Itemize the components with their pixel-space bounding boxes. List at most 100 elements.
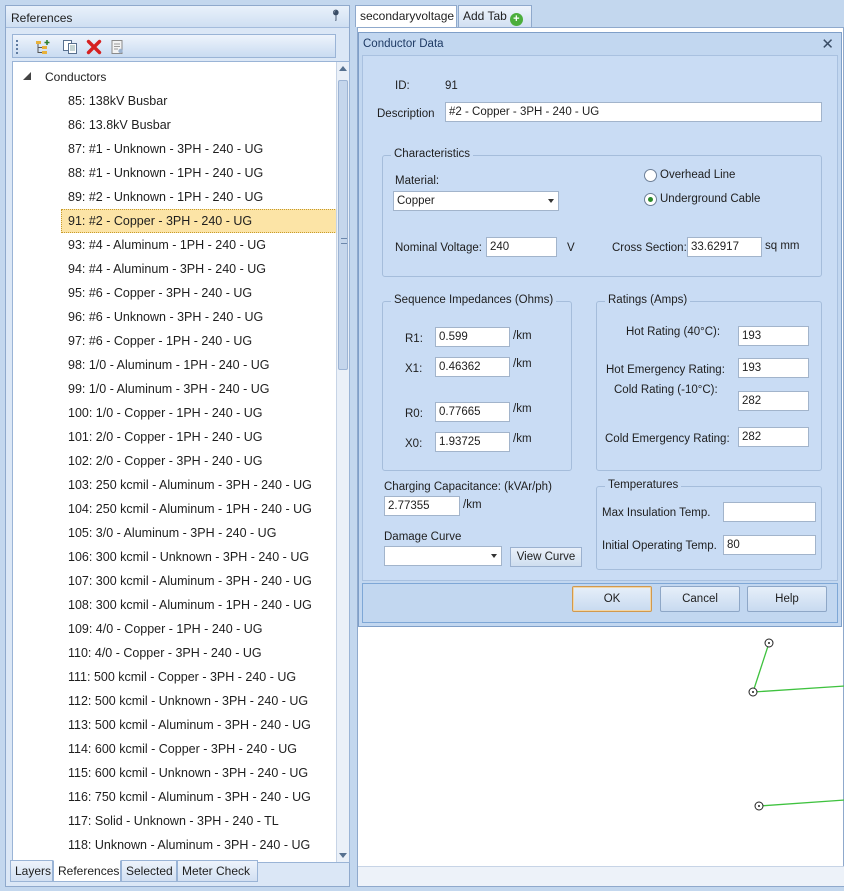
hot-rating-label: Hot Rating (40°C): [626, 326, 721, 338]
x0-unit: /km [513, 433, 532, 445]
tree-item[interactable]: 96: #6 - Unknown - 3PH - 240 - UG [61, 305, 337, 329]
tree-item[interactable]: 85: 138kV Busbar [61, 89, 337, 113]
tree-item[interactable]: 99: 1/0 - Aluminum - 3PH - 240 - UG [61, 377, 337, 401]
tree-item[interactable]: 107: 300 kcmil - Aluminum - 3PH - 240 - … [61, 569, 337, 593]
damage-curve-select[interactable] [384, 546, 502, 566]
add-tab-label: Add Tab [463, 9, 507, 23]
tree-item[interactable]: 95: #6 - Copper - 3PH - 240 - UG [61, 281, 337, 305]
charging-capacitance-input[interactable]: 2.77355 [384, 496, 460, 516]
underground-cable-radio[interactable] [644, 193, 657, 206]
material-label: Material: [395, 175, 440, 187]
underground-cable-label: Underground Cable [660, 193, 761, 205]
sequence-impedances-group: Sequence Impedances (Ohms) R1: 0.599 /km… [382, 294, 572, 471]
max-insulation-temp-input[interactable] [723, 502, 816, 522]
tree-item[interactable]: 89: #2 - Unknown - 1PH - 240 - UG [61, 185, 337, 209]
tree-item[interactable]: 108: 300 kcmil - Aluminum - 1PH - 240 - … [61, 593, 337, 617]
x1-unit: /km [513, 358, 532, 370]
tree-item[interactable]: 91: #2 - Copper - 3PH - 240 - UG [61, 209, 337, 233]
tree-item[interactable]: 86: 13.8kV Busbar [61, 113, 337, 137]
copy-icon[interactable] [62, 39, 78, 55]
tree-item[interactable]: 110: 4/0 - Copper - 3PH - 240 - UG [61, 641, 337, 665]
cross-section-input[interactable]: 33.62917 [687, 237, 762, 257]
tab-meter-check[interactable]: Meter Check [177, 860, 258, 882]
tree-item[interactable]: 100: 1/0 - Copper - 1PH - 240 - UG [61, 401, 337, 425]
nominal-voltage-input[interactable]: 240 [486, 237, 557, 257]
tree-item[interactable]: 94: #4 - Aluminum - 3PH - 240 - UG [61, 257, 337, 281]
tree-root-conductors[interactable]: Conductors [23, 68, 106, 86]
tree-item[interactable]: 87: #1 - Unknown - 3PH - 240 - UG [61, 137, 337, 161]
node-marker[interactable] [754, 801, 764, 811]
cold-emergency-input[interactable]: 282 [738, 427, 809, 447]
scroll-down-icon[interactable] [339, 853, 347, 858]
tab-secondaryvoltage[interactable]: secondaryvoltage [355, 5, 457, 27]
tree-item[interactable]: 98: 1/0 - Aluminum - 1PH - 240 - UG [61, 353, 337, 377]
overhead-line-radio[interactable] [644, 169, 657, 182]
tree-item[interactable]: 105: 3/0 - Aluminum - 3PH - 240 - UG [61, 521, 337, 545]
chevron-down-icon [491, 554, 497, 558]
pin-icon[interactable]: 📍︎ [329, 9, 343, 22]
characteristics-title: Characteristics [391, 148, 474, 160]
id-value: 91 [445, 80, 458, 92]
tree-item[interactable]: 102: 2/0 - Copper - 3PH - 240 - UG [61, 449, 337, 473]
line-segment[interactable] [758, 799, 844, 807]
ok-button[interactable]: OK [572, 586, 652, 612]
toolbar-grip-icon [16, 40, 18, 54]
help-button[interactable]: Help [747, 586, 827, 612]
tree-item[interactable]: 118: Unknown - Aluminum - 3PH - 240 - UG [61, 833, 337, 857]
tree-item[interactable]: 112: 500 kcmil - Unknown - 3PH - 240 - U… [61, 689, 337, 713]
scroll-up-icon[interactable] [339, 66, 347, 71]
x1-input[interactable]: 0.46362 [435, 357, 510, 377]
dialog-body: ID: 91 Description #2 - Copper - 3PH - 2… [362, 55, 838, 581]
conductor-tree: Conductors 85: 138kV Busbar 86: 13.8kV Bu… [12, 61, 350, 863]
x0-input[interactable]: 1.93725 [435, 432, 510, 452]
tree-item[interactable]: 114: 600 kcmil - Copper - 3PH - 240 - UG [61, 737, 337, 761]
r0-input[interactable]: 0.77665 [435, 402, 510, 422]
tree-item[interactable]: 115: 600 kcmil - Unknown - 3PH - 240 - U… [61, 761, 337, 785]
tree-item[interactable]: 97: #6 - Copper - 1PH - 240 - UG [61, 329, 337, 353]
tree-item[interactable]: 116: 750 kcmil - Aluminum - 3PH - 240 - … [61, 785, 337, 809]
tab-add[interactable]: Add Tab + [458, 5, 532, 27]
line-segment[interactable] [752, 685, 844, 693]
tree-item[interactable]: 101: 2/0 - Copper - 1PH - 240 - UG [61, 425, 337, 449]
view-curve-button[interactable]: View Curve [510, 547, 582, 567]
close-icon[interactable]: ✕ [821, 35, 834, 53]
tree-item[interactable]: 88: #1 - Unknown - 1PH - 240 - UG [61, 161, 337, 185]
scroll-thumb[interactable] [338, 80, 348, 370]
tree-item[interactable]: 113: 500 kcmil - Aluminum - 3PH - 240 - … [61, 713, 337, 737]
line-segment[interactable] [752, 642, 770, 693]
tree-item[interactable]: 109: 4/0 - Copper - 1PH - 240 - UG [61, 617, 337, 641]
cold-rating-input[interactable]: 282 [738, 391, 809, 411]
tab-references[interactable]: References [53, 860, 121, 882]
tree-vertical-scrollbar[interactable] [336, 62, 349, 862]
r1-input[interactable]: 0.599 [435, 327, 510, 347]
cancel-button[interactable]: Cancel [660, 586, 740, 612]
tree-item[interactable]: 111: 500 kcmil - Copper - 3PH - 240 - UG [61, 665, 337, 689]
cross-section-label: Cross Section: [612, 242, 687, 254]
r1-label: R1: [405, 333, 423, 345]
node-marker[interactable] [764, 638, 774, 648]
tree-item[interactable]: 117: Solid - Unknown - 3PH - 240 - TL [61, 809, 337, 833]
material-select[interactable]: Copper [393, 191, 559, 211]
delete-icon[interactable] [86, 39, 102, 55]
tree-item[interactable]: 104: 250 kcmil - Aluminum - 1PH - 240 - … [61, 497, 337, 521]
dialog-title: Conductor Data [363, 38, 444, 50]
properties-icon[interactable] [109, 39, 125, 55]
tree-item[interactable]: 93: #4 - Aluminum - 1PH - 240 - UG [61, 233, 337, 257]
r0-label: R0: [405, 408, 423, 420]
tab-layers[interactable]: Layers [10, 860, 53, 882]
description-input[interactable]: #2 - Copper - 3PH - 240 - UG [445, 102, 822, 122]
add-tree-icon[interactable] [35, 39, 51, 55]
conductor-data-dialog: Conductor Data ✕ ID: 91 Description #2 -… [358, 32, 842, 627]
hot-rating-input[interactable]: 193 [738, 326, 809, 346]
tree-item[interactable]: 103: 250 kcmil - Aluminum - 3PH - 240 - … [61, 473, 337, 497]
canvas-horizontal-scrollbar[interactable] [358, 866, 844, 886]
overhead-line-label: Overhead Line [660, 169, 736, 181]
tab-selected[interactable]: Selected [121, 860, 177, 882]
sequence-impedances-title: Sequence Impedances (Ohms) [391, 294, 557, 306]
node-marker[interactable] [748, 687, 758, 697]
tree-item[interactable]: 106: 300 kcmil - Unknown - 3PH - 240 - U… [61, 545, 337, 569]
expand-triangle-icon[interactable] [23, 72, 31, 80]
initial-operating-temp-input[interactable]: 80 [723, 535, 816, 555]
hot-emergency-input[interactable]: 193 [738, 358, 809, 378]
tree-item-list: 85: 138kV Busbar 86: 13.8kV Busbar 87: #1 … [61, 89, 337, 857]
